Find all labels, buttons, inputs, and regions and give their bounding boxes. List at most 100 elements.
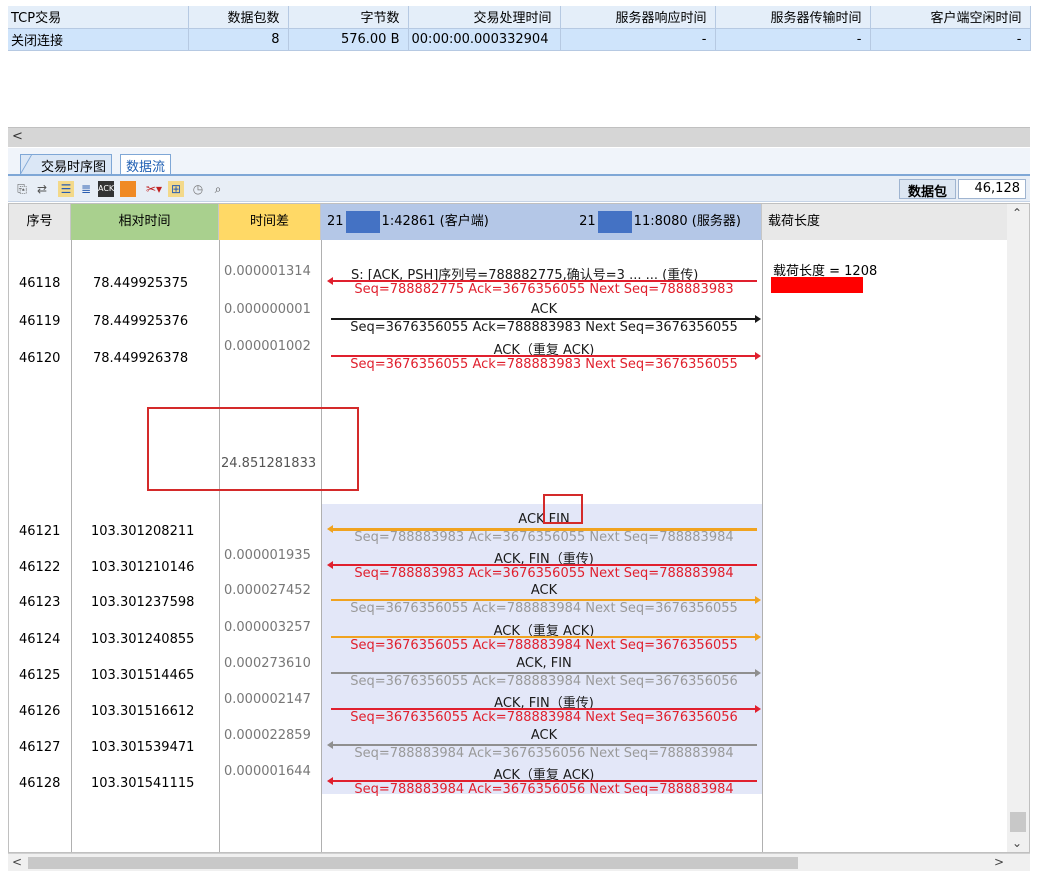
row-seq: 46127 bbox=[19, 740, 61, 755]
tree-icon[interactable]: ⊞ bbox=[168, 181, 184, 197]
packet-flow-row[interactable]: ACK（重复 ACK) Seq=3676356055 Ack=788883983 … bbox=[329, 339, 761, 375]
row-seq: 46124 bbox=[19, 632, 61, 647]
packets-label: 数据包 bbox=[898, 179, 956, 200]
row-time-diff: 0.000001935 bbox=[224, 548, 311, 563]
tab-data-flow[interactable]: 数据流 bbox=[120, 154, 172, 175]
cell-packet-count: 8 bbox=[188, 28, 289, 51]
cell-bytes: 576.00 B bbox=[288, 28, 409, 51]
row-seq: 46125 bbox=[19, 668, 61, 683]
col-server-transfer-time[interactable]: 服务器传输时间 bbox=[715, 6, 871, 29]
header-relative-time[interactable]: 相对时间 bbox=[71, 204, 219, 240]
column-divider bbox=[762, 240, 763, 852]
header-payload-length[interactable]: 载荷长度 bbox=[762, 204, 1008, 240]
scroll-up-icon[interactable]: ⌃ bbox=[1012, 206, 1022, 220]
column-divider bbox=[219, 240, 220, 852]
detail-list-icon[interactable]: ≣ bbox=[78, 181, 94, 197]
color-icon[interactable] bbox=[120, 181, 136, 197]
tab-transaction-sequence[interactable]: 交易时序图 bbox=[20, 154, 113, 175]
gap-time-diff: 24.851281833 bbox=[221, 456, 317, 471]
packet-flags-label: ACK bbox=[530, 583, 558, 598]
packet-flow-row[interactable]: ACK, FIN（重传) Seq=3676356055 Ack=788883984… bbox=[329, 692, 761, 728]
sequence-grid: 序号 相对时间 时间差 21 1:42861 (客户端) 21 11:8080 (服… bbox=[8, 203, 1030, 853]
row-relative-time: 103.301541115 bbox=[91, 776, 195, 791]
row-time-diff: 0.000273610 bbox=[224, 656, 311, 671]
row-seq: 46119 bbox=[19, 314, 61, 329]
packet-seq-label: Seq=788883983 Ack=3676356055 Next Seq=78… bbox=[354, 566, 734, 581]
cell-processing-time: 00:00:00.000332904 bbox=[408, 28, 561, 51]
row-seq: 46123 bbox=[19, 595, 61, 610]
scroll-down-icon[interactable]: ⌄ bbox=[1012, 836, 1022, 850]
row-relative-time: 78.449925376 bbox=[93, 314, 189, 329]
payload-length-bar bbox=[771, 277, 863, 293]
search-icon[interactable]: ⌕ bbox=[210, 181, 226, 197]
client-ip-prefix: 21 bbox=[327, 214, 344, 229]
row-relative-time: 103.301539471 bbox=[91, 740, 195, 755]
fin-highlight-box bbox=[543, 494, 583, 524]
list-icon[interactable]: ☰ bbox=[58, 181, 74, 197]
summary-header-row: TCP交易 数据包数 字节数 交易处理时间 服务器响应时间 服务器传输时间 客户… bbox=[8, 6, 1031, 29]
scroll-right-icon[interactable]: > bbox=[994, 855, 1004, 869]
packet-flow-row[interactable]: ACK Seq=3676356055 Ack=788883983 Next Seq… bbox=[329, 302, 761, 338]
col-tcp-transaction[interactable]: TCP交易 bbox=[8, 6, 189, 29]
transaction-summary-table: TCP交易 数据包数 字节数 交易处理时间 服务器响应时间 服务器传输时间 客户… bbox=[8, 6, 1031, 51]
header-time-diff[interactable]: 时间差 bbox=[219, 204, 321, 240]
packet-flow-row[interactable]: ACK, FIN Seq=3676356055 Ack=788883984 Nex… bbox=[329, 656, 761, 692]
packet-seq-label: Seq=788883984 Ack=3676356056 Next Seq=78… bbox=[354, 746, 734, 761]
summary-data-row[interactable]: 关闭连接 8 576.00 B 00:00:00.000332904 - - - bbox=[8, 28, 1031, 51]
row-time-diff: 0.000002147 bbox=[224, 692, 311, 707]
row-relative-time: 103.301208211 bbox=[91, 524, 195, 539]
ip-redaction bbox=[597, 210, 632, 233]
row-time-diff: 0.000027452 bbox=[224, 583, 311, 598]
toolbar: ⎘ ⇄ ☰ ≣ ACK ✂▾ ⊞ ◷ ⌕ 数据包 46,128 bbox=[8, 176, 1030, 202]
filter-icon[interactable]: ✂▾ bbox=[142, 181, 166, 197]
col-processing-time[interactable]: 交易处理时间 bbox=[408, 6, 561, 29]
server-ip-prefix: 21 bbox=[579, 214, 596, 229]
client-endpoint: 1:42861 (客户端) bbox=[381, 214, 489, 229]
clock-icon[interactable]: ◷ bbox=[190, 181, 206, 197]
row-time-diff: 0.000001314 bbox=[224, 264, 311, 279]
col-client-idle-time[interactable]: 客户端空闲时间 bbox=[870, 6, 1031, 29]
packet-seq-label: Seq=3676356055 Ack=788883984 Next Seq=36… bbox=[350, 638, 738, 653]
row-seq: 46120 bbox=[19, 351, 61, 366]
packet-seq-label: Seq=788883984 Ack=3676356056 Next Seq=78… bbox=[354, 782, 734, 797]
vertical-scrollbar[interactable]: ⌃ ⌄ bbox=[1007, 204, 1029, 852]
ack-icon[interactable]: ACK bbox=[98, 181, 114, 197]
row-relative-time: 103.301210146 bbox=[91, 560, 195, 575]
packet-flow-row[interactable]: S: [ACK, PSH]序列号=788882775,确认号=3 ... ...… bbox=[327, 264, 759, 300]
horizontal-scrollbar-top[interactable]: < bbox=[8, 127, 1030, 147]
row-time-diff: 0.000003257 bbox=[224, 620, 311, 635]
row-relative-time: 78.449925375 bbox=[93, 276, 189, 291]
scroll-left-icon[interactable]: < bbox=[12, 855, 22, 869]
gap-highlight-box bbox=[147, 407, 359, 491]
col-packet-count[interactable]: 数据包数 bbox=[188, 6, 289, 29]
row-relative-time: 103.301514465 bbox=[91, 668, 195, 683]
packet-flow-row[interactable]: ACK（重复 ACK) Seq=3676356055 Ack=788883984 … bbox=[329, 620, 761, 656]
server-endpoint: 11:8080 (服务器) bbox=[633, 214, 741, 229]
copy-icon[interactable]: ⎘ bbox=[14, 181, 30, 197]
col-bytes[interactable]: 字节数 bbox=[288, 6, 409, 29]
row-seq: 46126 bbox=[19, 704, 61, 719]
row-relative-time: 78.449926378 bbox=[93, 351, 189, 366]
col-server-response-time[interactable]: 服务器响应时间 bbox=[560, 6, 716, 29]
scroll-thumb[interactable] bbox=[28, 857, 798, 869]
packet-seq-label: Seq=788882775 Ack=3676356055 Next Seq=78… bbox=[354, 282, 734, 297]
scroll-thumb[interactable] bbox=[1010, 812, 1026, 832]
packets-count-field[interactable]: 46,128 bbox=[958, 179, 1026, 199]
horizontal-scrollbar-bottom[interactable]: < > bbox=[8, 853, 1030, 871]
packet-flow-row[interactable]: ACK Seq=788883984 Ack=3676356056 Next Seq… bbox=[327, 728, 759, 764]
packet-flow-row[interactable]: ACK Seq=3676356055 Ack=788883984 Next Seq… bbox=[329, 583, 761, 619]
column-divider bbox=[71, 240, 72, 852]
swap-icon[interactable]: ⇄ bbox=[34, 181, 50, 197]
header-seq[interactable]: 序号 bbox=[9, 204, 71, 240]
row-time-diff: 0.000022859 bbox=[224, 728, 311, 743]
packet-flags-label: ACK bbox=[530, 302, 558, 317]
packet-flow-row[interactable]: ACK, FIN（重传) Seq=788883983 Ack=3676356055… bbox=[327, 548, 759, 584]
packet-seq-label: Seq=3676356055 Ack=788883984 Next Seq=36… bbox=[350, 674, 738, 689]
packet-flags-label: ACK, FIN bbox=[516, 656, 572, 671]
packet-flow-row[interactable]: ACK（重复 ACK) Seq=788883984 Ack=3676356056 … bbox=[327, 764, 759, 800]
packet-seq-label: Seq=3676356055 Ack=788883984 Next Seq=36… bbox=[350, 601, 738, 616]
row-time-diff: 0.000000001 bbox=[224, 302, 311, 317]
scroll-left-icon[interactable]: < bbox=[12, 129, 23, 144]
row-time-diff: 0.000001002 bbox=[224, 339, 311, 354]
row-relative-time: 103.301516612 bbox=[91, 704, 195, 719]
